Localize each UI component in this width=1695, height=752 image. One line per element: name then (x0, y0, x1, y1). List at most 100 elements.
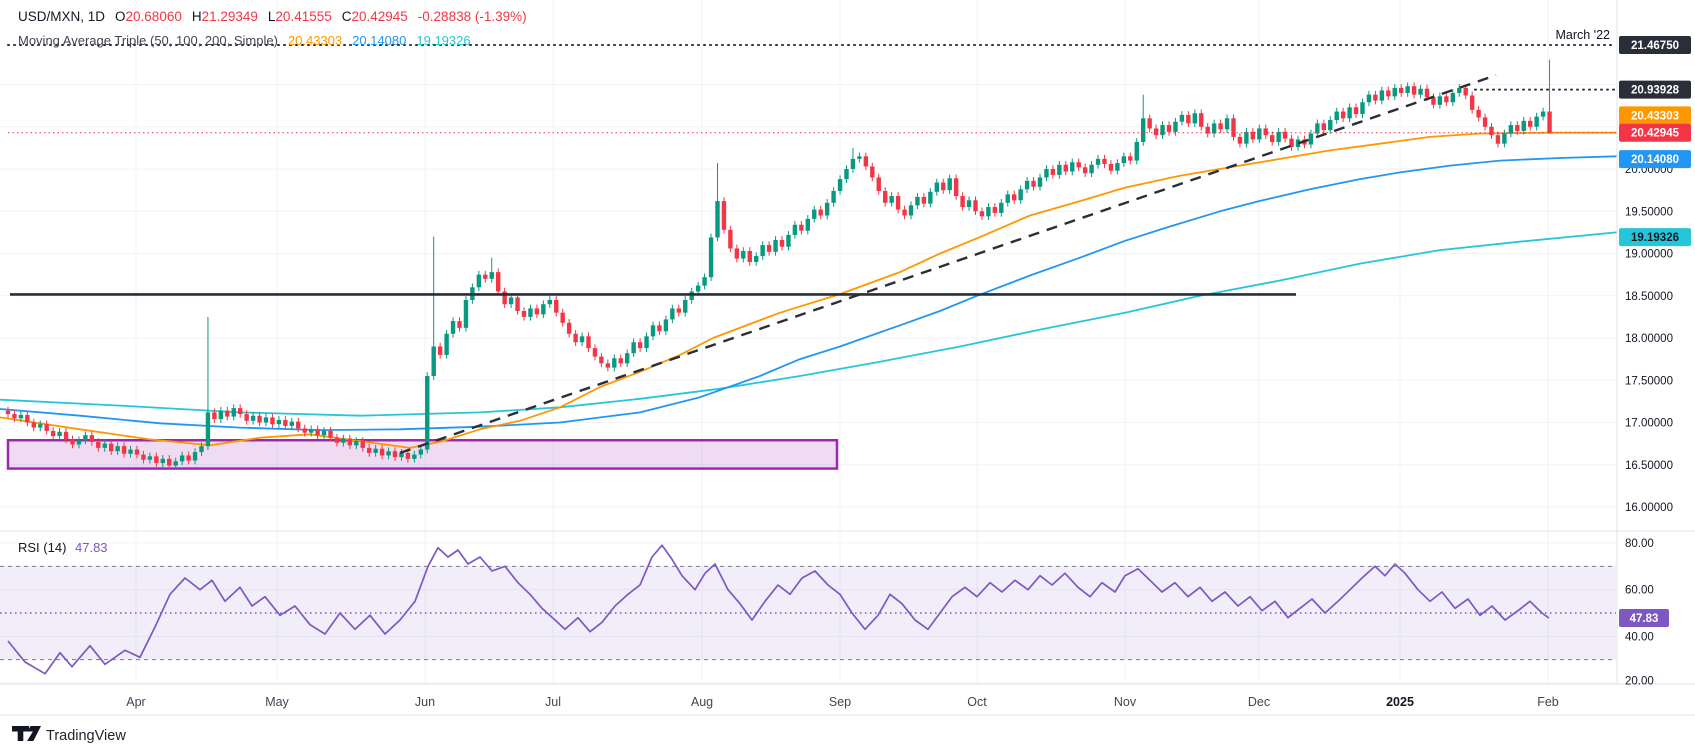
candle-body (1031, 181, 1035, 187)
candle-body (438, 346, 442, 354)
candle-body (515, 297, 519, 311)
candle-body (296, 422, 300, 429)
time-axis-label[interactable]: Aug (691, 695, 713, 709)
tradingview-brand-text[interactable]: TradingView (46, 728, 126, 744)
candle-body (844, 169, 848, 179)
candle-body (1238, 137, 1242, 144)
candle-body (580, 336, 584, 342)
time-axis-label[interactable]: Feb (1537, 695, 1559, 709)
time-axis-label[interactable]: Jun (415, 695, 435, 709)
candle-body (1225, 118, 1229, 129)
time-axis-label[interactable]: Jul (545, 695, 561, 709)
candle-body (593, 348, 597, 356)
candle-body (1502, 134, 1506, 144)
symbol-legend[interactable]: USD/MXN, 1DO20.68060H21.29349L20.41555C2… (18, 9, 527, 24)
march-22-annotation: March '22 (1556, 28, 1611, 42)
ma-indicator-legend[interactable]: Moving Average Triple (50, 100, 200, Sim… (18, 33, 471, 48)
candle-body (677, 308, 681, 312)
candle-body (967, 200, 971, 207)
candle-body (1386, 90, 1390, 96)
candle-body (1528, 121, 1532, 127)
price-badge-label: 20.43303 (1631, 110, 1679, 122)
candle-body (45, 424, 49, 431)
candle-body (612, 358, 616, 367)
candle-body (722, 201, 726, 230)
candle-body (1160, 125, 1164, 135)
candle-body (477, 275, 481, 288)
candle-body (1373, 95, 1377, 101)
candle-body (935, 183, 939, 192)
candle-body (451, 321, 455, 334)
candle-body (1231, 118, 1235, 137)
price-axis-label: 17.00000 (1625, 418, 1673, 430)
candle-body (1064, 165, 1068, 172)
candle-body (496, 272, 500, 291)
rsi-band-fill (0, 566, 1616, 659)
rsi-indicator-value: 47.83 (75, 540, 108, 555)
candle-body (348, 439, 352, 446)
candle-body (103, 444, 107, 448)
candle-body (335, 438, 339, 443)
candle-body (1089, 165, 1093, 173)
candle-body (567, 323, 571, 334)
candle-body (980, 211, 984, 216)
candle-body (889, 196, 893, 203)
dashed-trendline[interactable] (400, 75, 1496, 453)
ma-50-line (0, 133, 1616, 448)
candle-body (19, 415, 23, 418)
candle-body (1335, 112, 1339, 120)
candle-body (57, 432, 61, 436)
rsi-indicator-label[interactable]: RSI (14) (18, 540, 66, 555)
candle-body (1173, 122, 1177, 132)
candle-body (1218, 123, 1222, 129)
price-axis-label: 19.50000 (1625, 206, 1673, 218)
time-axis[interactable]: Apr May Jun Jul Aug Sep Oct Nov Dec 2025 Feb (126, 695, 1559, 709)
rsi-axis-label: 60.00 (1625, 585, 1654, 597)
candle-body (586, 336, 590, 348)
candle-body (1328, 120, 1332, 130)
candle-body (393, 451, 397, 457)
time-axis-label[interactable]: Sep (829, 695, 851, 709)
candle-body (812, 210, 816, 219)
candle-body (1457, 88, 1461, 93)
time-axis-label[interactable]: Apr (126, 695, 145, 709)
candle-body (464, 300, 468, 328)
candle-body (380, 449, 384, 456)
candle-body (270, 417, 274, 424)
tradingview-logo[interactable] (12, 726, 41, 741)
candle-body (277, 420, 281, 424)
price-axis[interactable]: 20.0000019.5000019.0000018.5000018.00000… (1619, 36, 1691, 688)
time-axis-label[interactable]: 2025 (1386, 695, 1414, 709)
candle-body (735, 248, 739, 258)
candle-body (12, 414, 16, 418)
candle-body (573, 334, 577, 342)
candle-body (748, 251, 752, 262)
price-axis-label: 18.00000 (1625, 333, 1673, 345)
candle-body (1051, 169, 1055, 175)
candle-body (993, 207, 997, 213)
time-axis-label[interactable]: Nov (1114, 695, 1137, 709)
time-axis-label[interactable]: May (265, 695, 289, 709)
candle-body (651, 325, 655, 336)
candle-body (96, 442, 100, 448)
candle-body (1425, 89, 1429, 97)
candle-body (1522, 121, 1526, 131)
candle-body (1341, 112, 1345, 119)
candle-body (1199, 113, 1203, 127)
candle-body (1038, 177, 1042, 186)
candle-body (1006, 194, 1010, 202)
time-axis-label[interactable]: Oct (967, 695, 987, 709)
candle-body (664, 319, 668, 331)
candle-body (1044, 169, 1048, 177)
time-axis-label[interactable]: Dec (1248, 695, 1270, 709)
price-axis-label: 18.50000 (1625, 291, 1673, 303)
candle-body (696, 286, 700, 292)
candle-body (838, 179, 842, 191)
candle-body (973, 200, 977, 211)
candle-body (1354, 107, 1358, 114)
chart-drawings[interactable] (8, 45, 1616, 453)
chart-surface[interactable]: 20.0000019.5000019.0000018.5000018.00000… (0, 0, 1695, 752)
candle-body (1347, 107, 1351, 118)
candle-body (122, 446, 126, 454)
candle-body (683, 300, 687, 313)
